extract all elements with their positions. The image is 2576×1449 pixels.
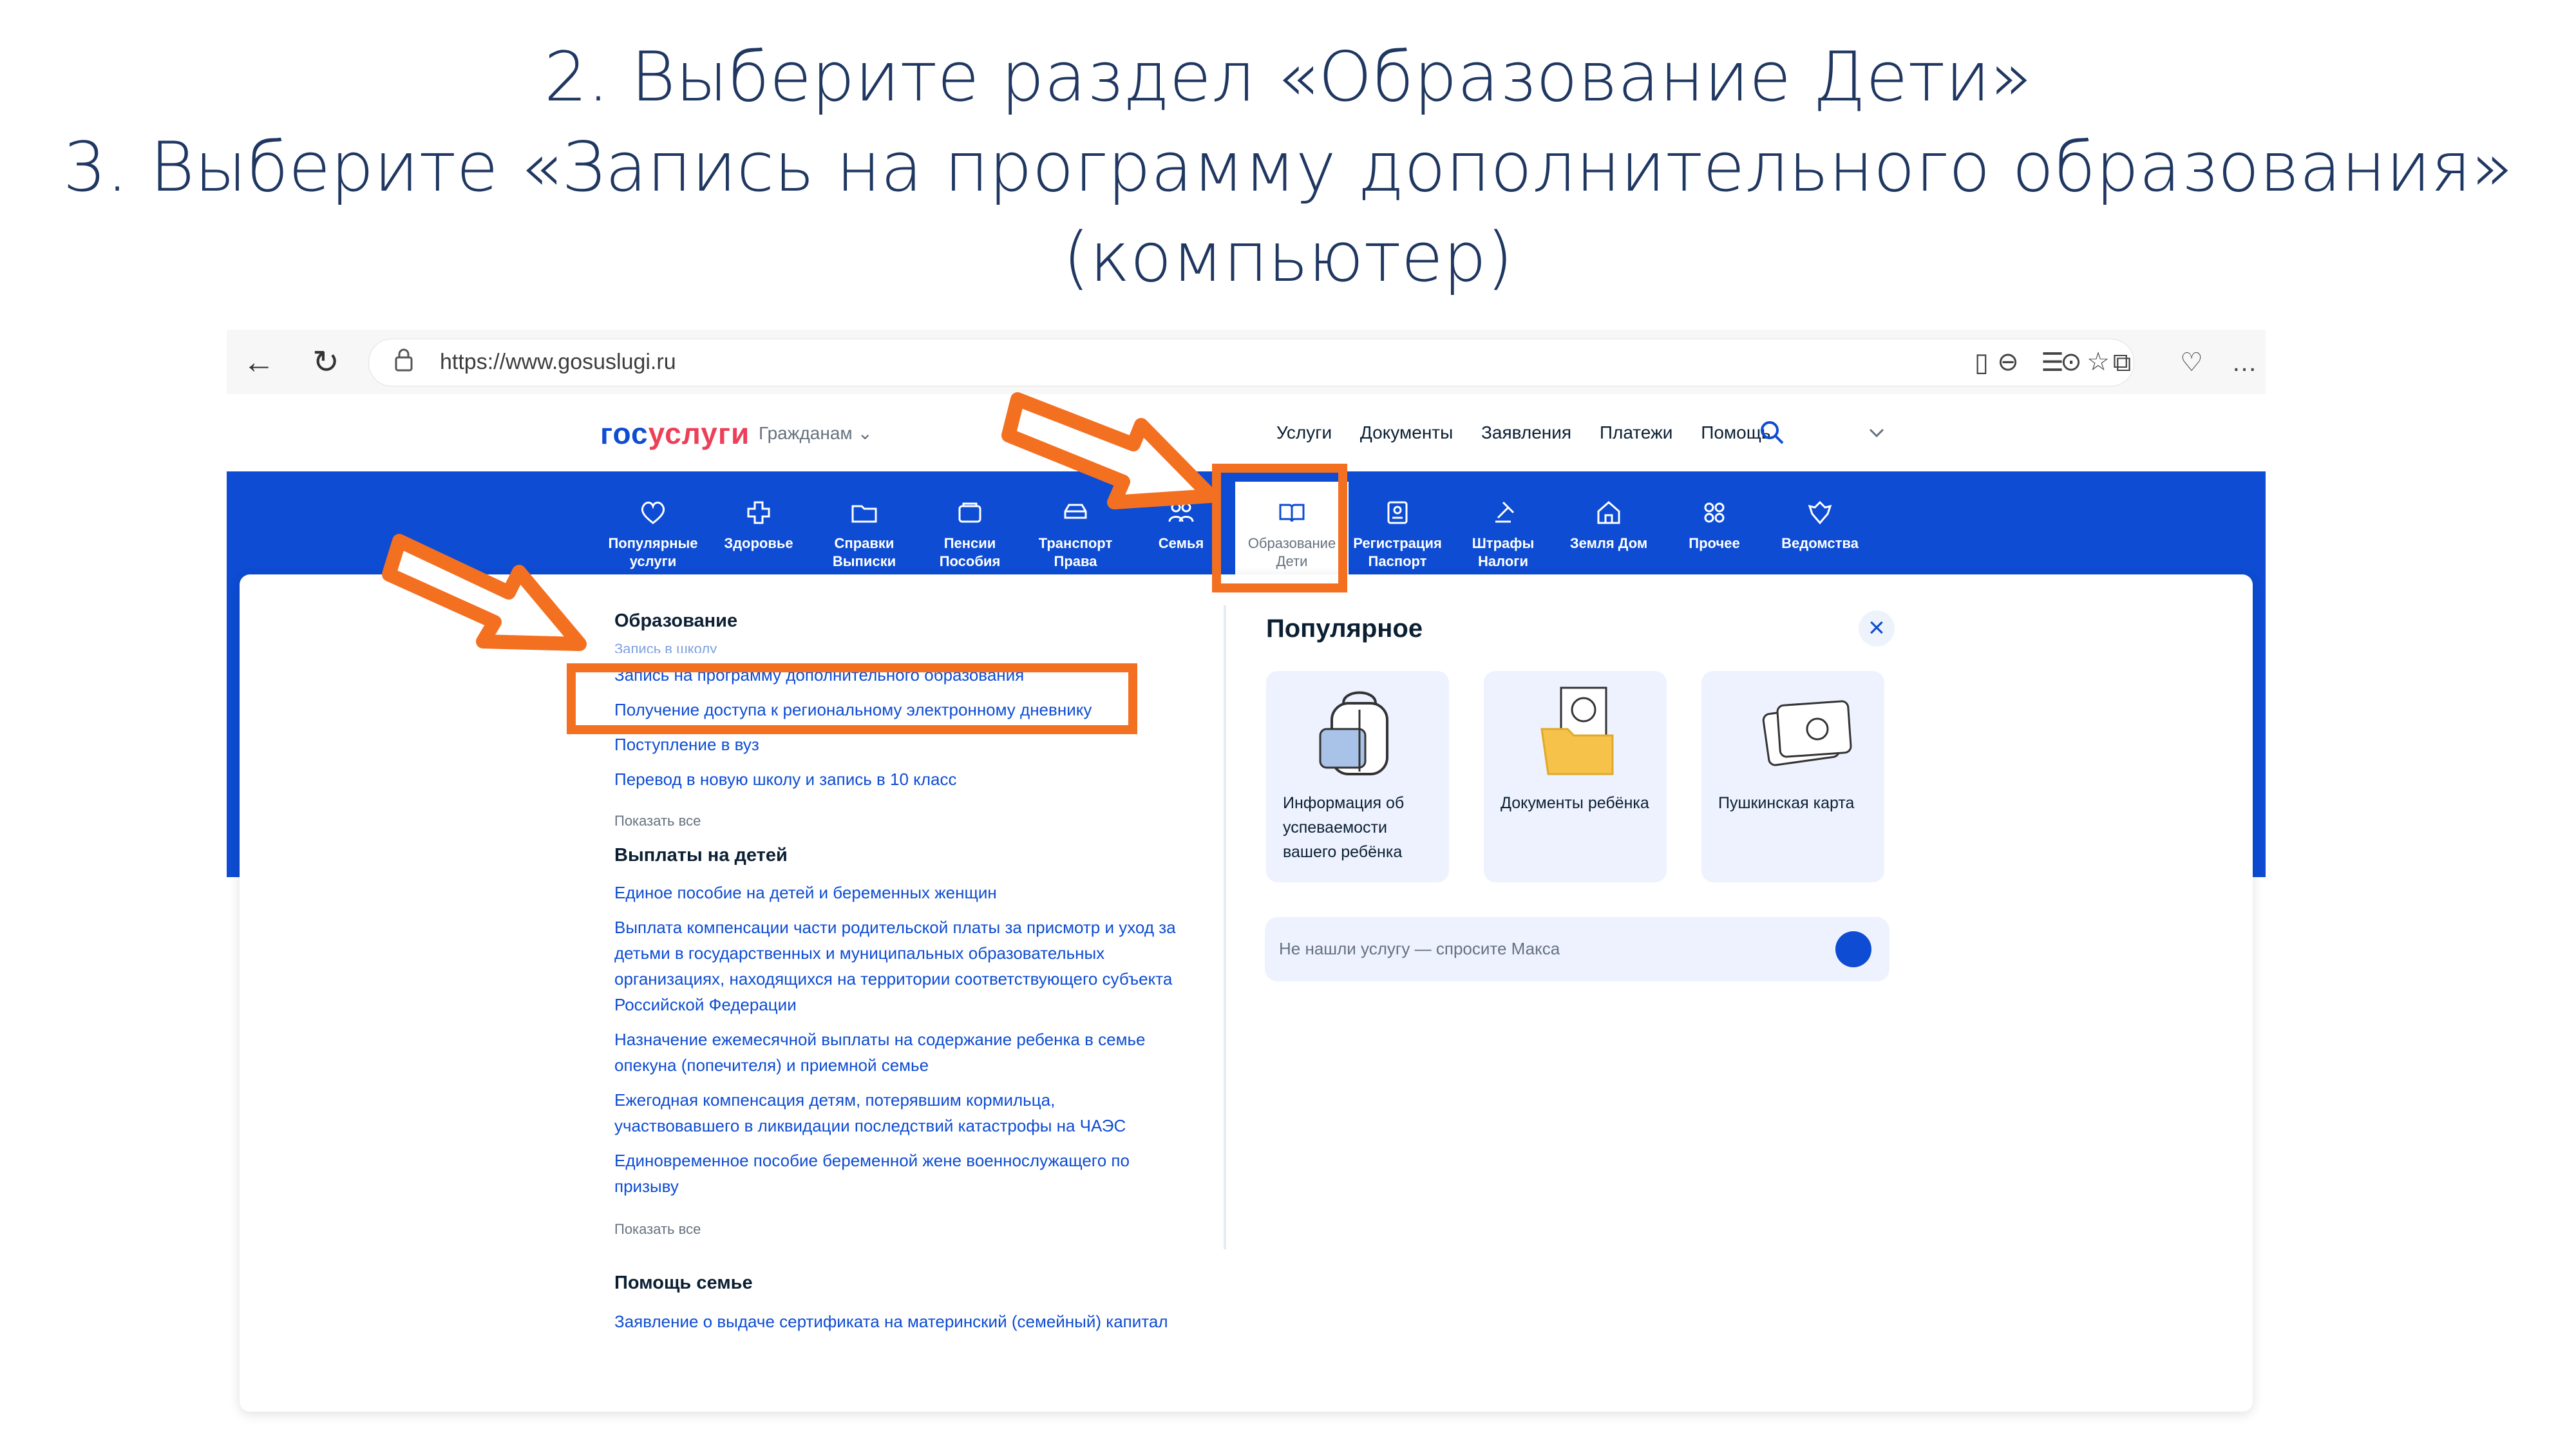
highlight-additional-education-link: [567, 663, 1137, 734]
heart-icon: [641, 501, 665, 524]
gosuslugi-logo[interactable]: госуслуги: [600, 416, 750, 451]
top-menu-payments[interactable]: Платежи: [1600, 422, 1673, 442]
card-pushkin-card[interactable]: Пушкинская карта: [1701, 671, 1884, 882]
link-guardian-payment[interactable]: Назначение ежемесячной выплаты на содерж…: [614, 1027, 1181, 1078]
card-grades-info[interactable]: Информация об успеваемости вашего ребёнк…: [1266, 671, 1449, 882]
top-menu-services[interactable]: Услуги: [1276, 422, 1332, 442]
top-menu: Услуги Документы Заявления Платежи Помощ…: [1276, 422, 1794, 443]
split-screen-icon[interactable]: ▯: [1965, 346, 1998, 379]
reload-icon[interactable]: ↻: [308, 344, 344, 380]
show-all-payments[interactable]: Показать все: [614, 1221, 701, 1238]
card-label: Документы ребёнка: [1501, 794, 1649, 812]
url-text: https://www.gosuslugi.ru: [440, 350, 676, 374]
link-compensation-parental-fee[interactable]: Выплата компенсации части родительской п…: [614, 914, 1181, 1018]
panel-divider: [1224, 605, 1226, 1249]
link-school-enrollment[interactable]: Запись в школу: [614, 636, 1181, 653]
education-dropdown-panel: Образование Запись в школу Запись на про…: [240, 574, 2253, 1412]
wallet-icon: [958, 502, 981, 523]
site-header: госуслуги Гражданам ⌄ Услуги Документы З…: [227, 394, 2266, 471]
link-university[interactable]: Поступление в вуз: [614, 732, 1181, 757]
link-unified-benefit[interactable]: Единое пособие на детей и беременных жен…: [614, 880, 1181, 905]
max-assistant-icon[interactable]: [1835, 931, 1871, 967]
section-title-payments: Выплаты на детей: [614, 845, 788, 866]
search-icon[interactable]: [1759, 420, 1785, 446]
category-health[interactable]: Здоровье: [707, 500, 810, 553]
favorites-icon[interactable]: ☰: [2036, 346, 2069, 379]
arrow-left-icon[interactable]: ←: [241, 344, 277, 380]
house-icon: [1597, 501, 1620, 524]
popular-title: Популярное: [1266, 614, 1423, 643]
collections-icon[interactable]: ⧉: [2106, 346, 2138, 379]
link-maternity-capital[interactable]: Заявление о выдаче сертификата на матери…: [614, 1309, 1181, 1334]
pushkin-card-icon: [1762, 700, 1852, 766]
close-icon[interactable]: ×: [1859, 611, 1895, 647]
section-title-family-help: Помощь семье: [614, 1273, 753, 1293]
browser-toolbar: ← ↻ https://www.gosuslugi.ru ⊖ ⊙ ☆ ▯ ☰ ⧉…: [227, 330, 2266, 395]
category-other[interactable]: Прочее: [1663, 500, 1766, 553]
slide-title-step-2: 2. Выберите раздел «Образование Дети»: [544, 37, 2032, 117]
category-popular[interactable]: Популярные услуги: [601, 500, 705, 571]
slide-title-note: (компьютер): [1063, 218, 1513, 297]
link-pregnant-wife-benefit[interactable]: Единовременное пособие беременной жене в…: [614, 1148, 1181, 1199]
ask-max-text: Не нашли услугу — спросите Макса: [1279, 939, 1560, 958]
ask-max-bar[interactable]: Не нашли услугу — спросите Макса: [1265, 917, 1889, 981]
card-label: Пушкинская карта: [1718, 794, 1855, 812]
folder-icon: [851, 505, 877, 523]
citizens-dropdown[interactable]: Гражданам ⌄: [759, 422, 873, 444]
card-label: Информация об успеваемости вашего ребёнк…: [1283, 794, 1405, 861]
performance-icon[interactable]: ♡: [2175, 346, 2208, 379]
grid-icon: [1704, 502, 1725, 523]
chevron-down-icon[interactable]: [1868, 426, 1886, 439]
documents-folder-icon: [1540, 687, 1614, 775]
category-land-house[interactable]: Земля Дом: [1557, 500, 1660, 553]
link-chernobyl-compensation[interactable]: Ежегодная компенсация детям, потерявшим …: [614, 1087, 1181, 1139]
backpack-icon: [1319, 691, 1388, 775]
top-menu-applications[interactable]: Заявления: [1481, 422, 1571, 442]
top-menu-documents[interactable]: Документы: [1360, 422, 1453, 442]
show-all-education[interactable]: Показать все: [614, 813, 701, 829]
category-fines[interactable]: Штрафы Налоги: [1452, 500, 1555, 571]
link-new-school[interactable]: Перевод в новую школу и запись в 10 клас…: [614, 766, 1181, 792]
address-bar[interactable]: https://www.gosuslugi.ru ⊖ ⊙ ☆: [368, 339, 2134, 386]
category-agencies[interactable]: Ведомства: [1768, 500, 1871, 553]
gavel-icon: [1495, 501, 1515, 523]
passport-icon: [1387, 501, 1408, 524]
category-registration[interactable]: Регистрация Паспорт: [1346, 500, 1449, 571]
arrow-icon: [1001, 392, 1218, 509]
category-certificates[interactable]: Справки Выписки: [813, 500, 916, 571]
lock-icon: [395, 348, 413, 372]
card-child-documents[interactable]: Документы ребёнка: [1484, 671, 1667, 882]
section-title-education: Образование: [614, 611, 738, 631]
emblem-icon: [1808, 500, 1832, 525]
plus-cross-icon: [747, 501, 770, 524]
slide-title-step-3: 3. Выберите «Запись на программу дополни…: [62, 128, 2514, 207]
arrow-icon: [382, 534, 587, 651]
menu-dots-icon[interactable]: …: [2228, 346, 2260, 379]
